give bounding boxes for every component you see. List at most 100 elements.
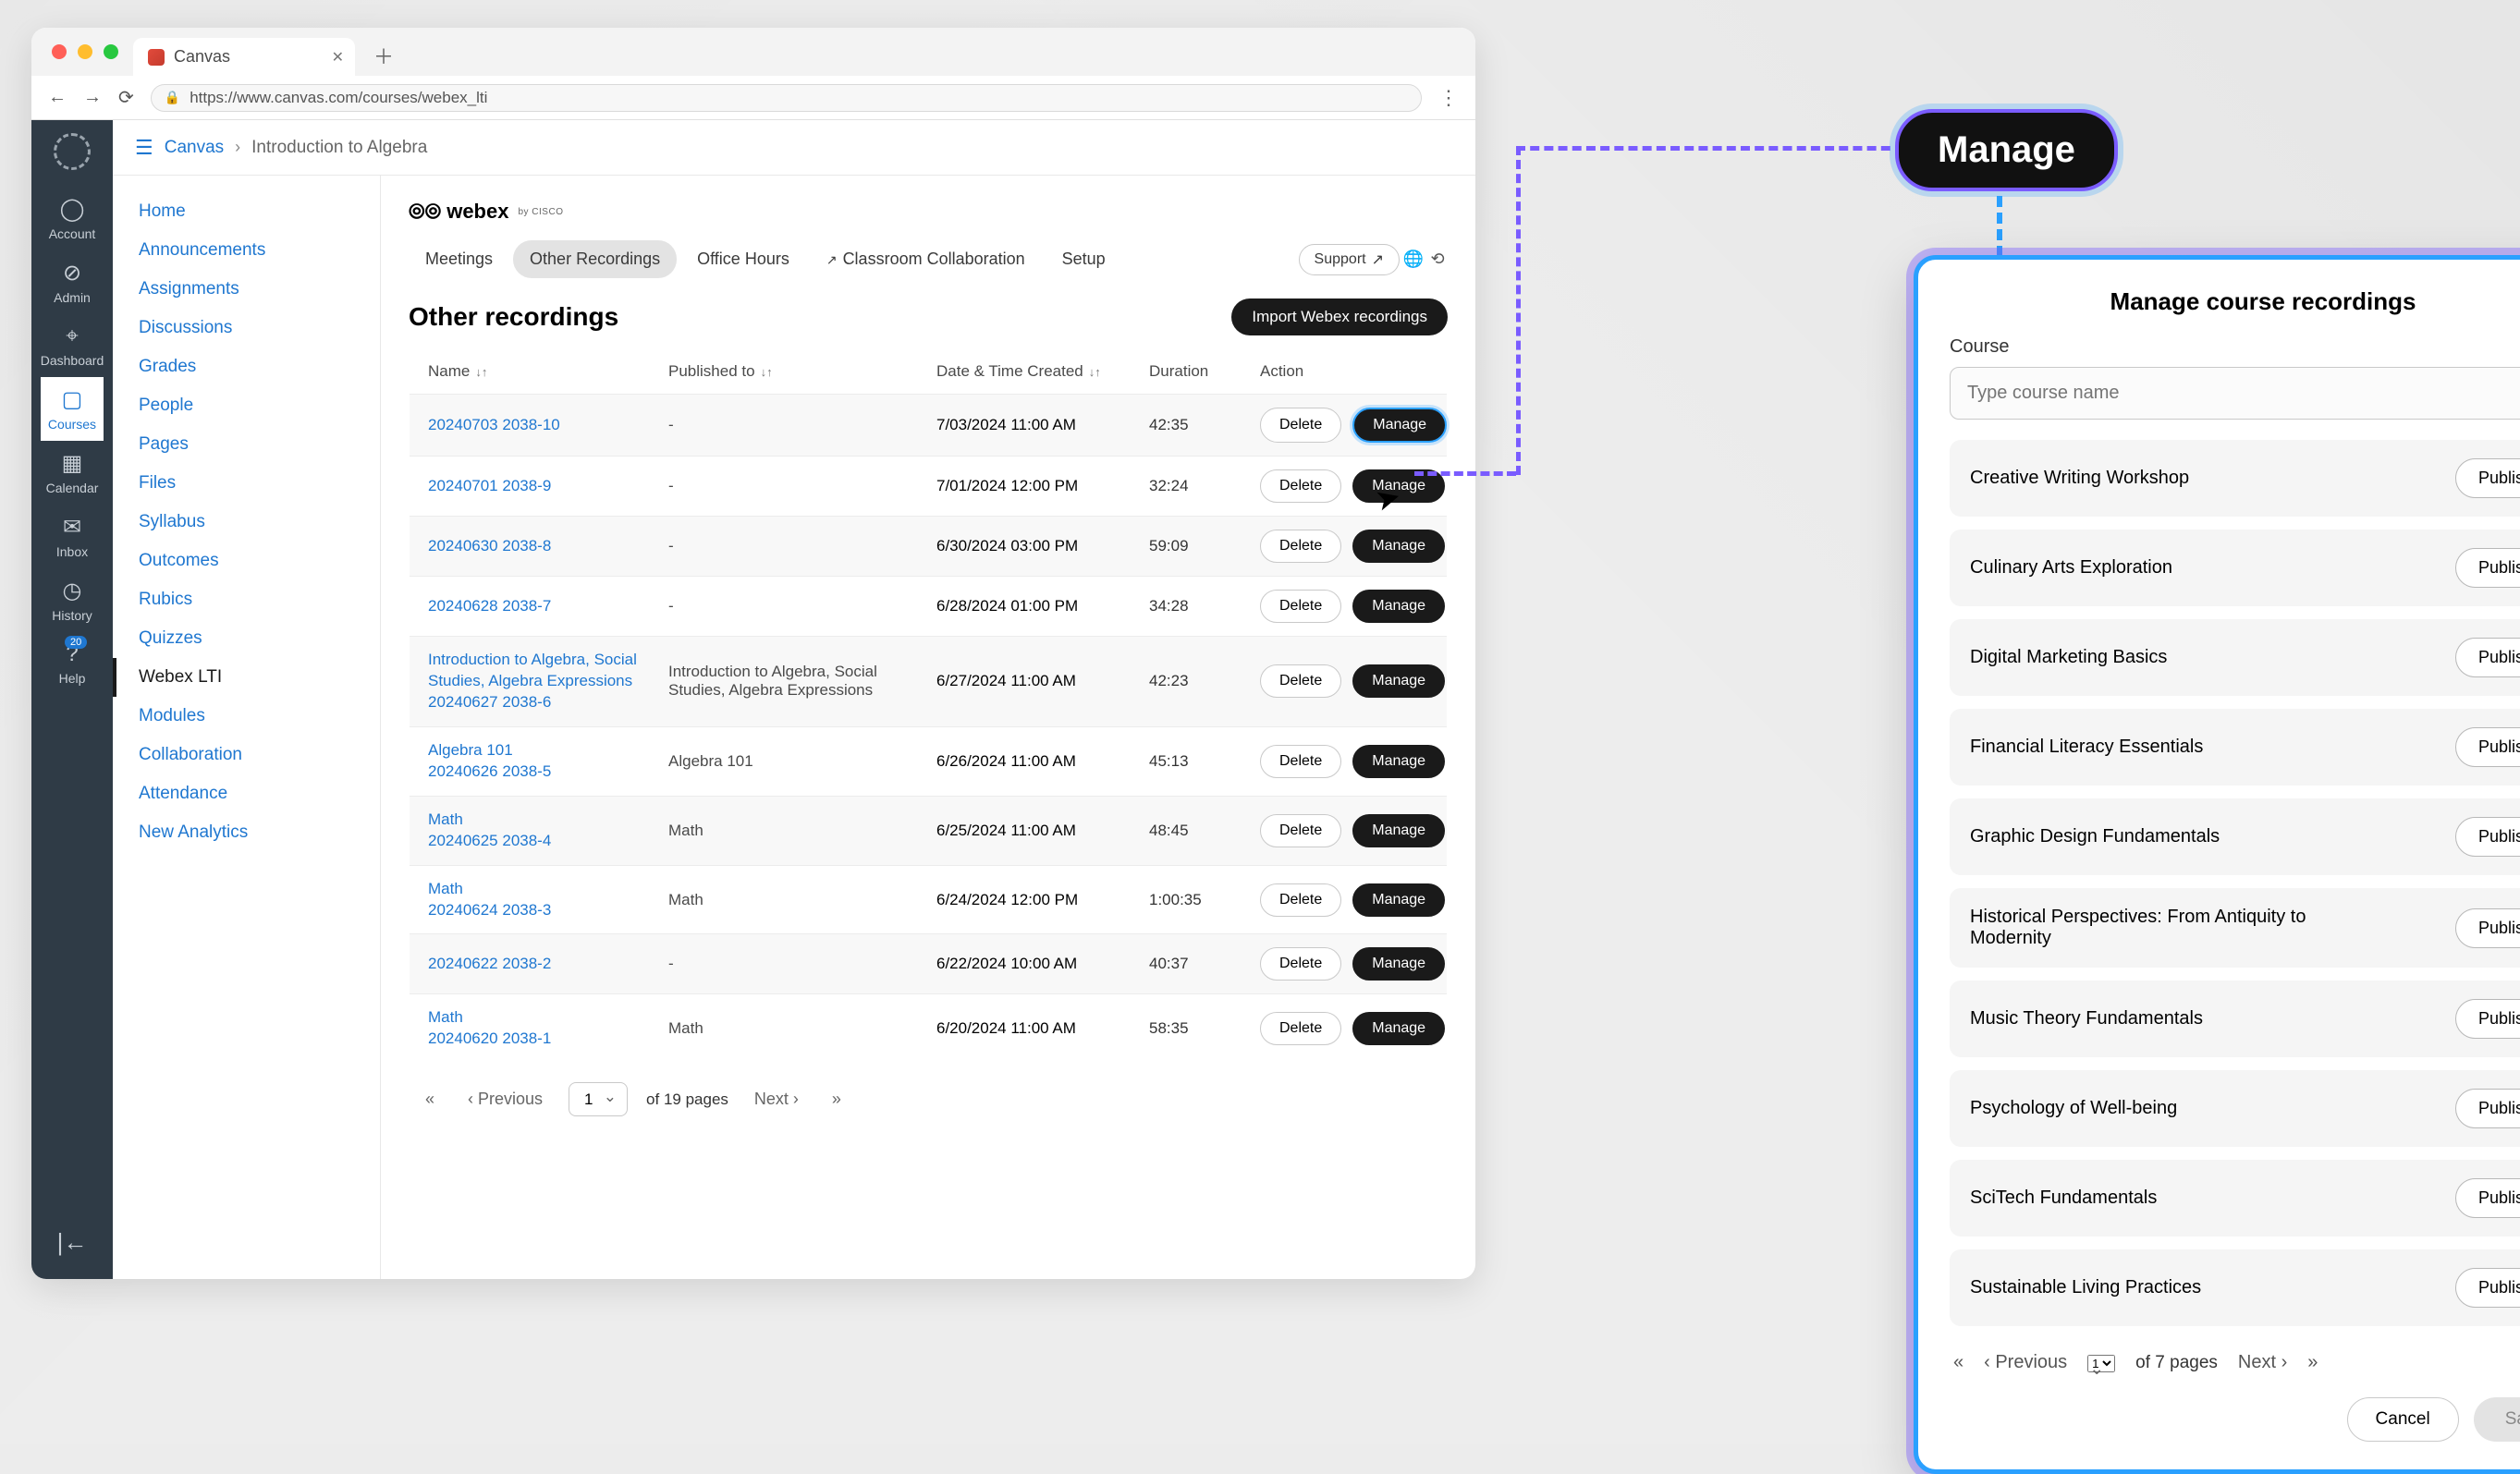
course-nav-discussions[interactable]: Discussions xyxy=(113,309,380,347)
collapse-nav-icon[interactable]: |← xyxy=(57,1206,88,1279)
publish-button[interactable]: Publish xyxy=(2455,999,2520,1039)
course-nav-new-analytics[interactable]: New Analytics xyxy=(113,813,380,852)
recording-name-link[interactable]: 20240630 2038-8 xyxy=(428,536,668,557)
tab-classroom-collaboration[interactable]: ↗Classroom Collaboration xyxy=(810,240,1042,278)
recording-name-link[interactable]: 20240622 2038-2 xyxy=(428,954,668,975)
forward-button[interactable]: → xyxy=(83,87,102,108)
course-nav-grades[interactable]: Grades xyxy=(113,347,380,386)
publish-button[interactable]: Publish xyxy=(2455,1178,2520,1218)
manage-button[interactable]: Manage xyxy=(1352,745,1445,778)
manage-button[interactable]: Manage xyxy=(1352,883,1445,917)
publish-button[interactable]: Publish xyxy=(2455,458,2520,498)
recording-name-link[interactable]: Introduction to Algebra, Social Studies,… xyxy=(428,650,668,713)
course-nav-webex-lti[interactable]: Webex LTI xyxy=(113,658,380,697)
publish-button[interactable]: Publish xyxy=(2455,908,2520,948)
course-search-input[interactable] xyxy=(1950,367,2520,420)
url-bar[interactable]: 🔒 https://www.canvas.com/courses/webex_l… xyxy=(151,84,1422,112)
course-nav-files[interactable]: Files xyxy=(113,464,380,503)
publish-button[interactable]: Publish xyxy=(2455,638,2520,677)
manage-button[interactable]: Manage xyxy=(1352,408,1447,443)
recording-name-link[interactable]: Math20240624 2038-3 xyxy=(428,879,668,921)
manage-button[interactable]: Manage xyxy=(1352,947,1445,981)
publish-button[interactable]: Publish xyxy=(2455,1089,2520,1128)
delete-button[interactable]: Delete xyxy=(1260,947,1341,981)
close-window-icon[interactable] xyxy=(52,44,67,59)
cancel-button[interactable]: Cancel xyxy=(2347,1397,2459,1442)
recording-name-link[interactable]: 20240701 2038-9 xyxy=(428,476,668,497)
recording-name-link[interactable]: 20240628 2038-7 xyxy=(428,596,668,617)
global-nav-help[interactable]: ?Help20 xyxy=(41,632,104,695)
recording-name-link[interactable]: Math20240625 2038-4 xyxy=(428,810,668,852)
back-button[interactable]: ← xyxy=(48,87,67,108)
manage-button[interactable]: Manage xyxy=(1352,814,1445,847)
course-nav-announcements[interactable]: Announcements xyxy=(113,231,380,270)
course-nav-outcomes[interactable]: Outcomes xyxy=(113,542,380,580)
delete-button[interactable]: Delete xyxy=(1260,1012,1341,1045)
course-nav-people[interactable]: People xyxy=(113,386,380,425)
course-nav-attendance[interactable]: Attendance xyxy=(113,774,380,813)
delete-button[interactable]: Delete xyxy=(1260,664,1341,698)
globe-icon[interactable]: 🌐 xyxy=(1403,250,1424,270)
global-nav-admin[interactable]: ⊘Admin xyxy=(41,250,104,314)
recording-name-link[interactable]: Algebra 10120240626 2038-5 xyxy=(428,740,668,783)
page-select[interactable]: 1 xyxy=(2087,1355,2115,1372)
manage-button[interactable]: Manage xyxy=(1352,664,1445,698)
course-nav-assignments[interactable]: Assignments xyxy=(113,270,380,309)
global-nav-account[interactable]: ◯Account xyxy=(41,187,104,250)
prev-page-button[interactable]: ‹ Previous xyxy=(460,1086,550,1113)
delete-button[interactable]: Delete xyxy=(1260,408,1341,443)
tab-other-recordings[interactable]: Other Recordings xyxy=(513,240,677,278)
publish-button[interactable]: Publish xyxy=(2455,727,2520,767)
global-nav-calendar[interactable]: ▦Calendar xyxy=(41,441,104,505)
first-page-icon[interactable]: « xyxy=(1953,1352,1963,1373)
sort-icon[interactable]: ↓↑ xyxy=(1089,365,1101,379)
tab-office-hours[interactable]: Office Hours xyxy=(680,240,806,278)
tab-meetings[interactable]: Meetings xyxy=(409,240,509,278)
support-button[interactable]: Support ↗ xyxy=(1299,244,1400,275)
browser-menu-icon[interactable]: ⋮ xyxy=(1438,86,1459,110)
publish-button[interactable]: Publish xyxy=(2455,1268,2520,1308)
recording-name-link[interactable]: Math20240620 2038-1 xyxy=(428,1007,668,1050)
page-select[interactable]: 1 xyxy=(569,1082,628,1116)
course-nav-home[interactable]: Home xyxy=(113,192,380,231)
menu-icon[interactable]: ☰ xyxy=(135,136,153,160)
course-nav-rubics[interactable]: Rubics xyxy=(113,580,380,619)
course-nav-pages[interactable]: Pages xyxy=(113,425,380,464)
breadcrumb-root[interactable]: Canvas xyxy=(165,138,224,158)
browser-tab[interactable]: Canvas ✕ xyxy=(133,38,355,76)
delete-button[interactable]: Delete xyxy=(1260,814,1341,847)
course-nav-modules[interactable]: Modules xyxy=(113,697,380,736)
canvas-logo-icon[interactable] xyxy=(54,133,91,170)
global-nav-courses[interactable]: ▢Courses xyxy=(41,377,104,441)
delete-button[interactable]: Delete xyxy=(1260,590,1341,623)
reload-button[interactable]: ⟳ xyxy=(118,86,134,109)
prev-page-button[interactable]: ‹ Previous xyxy=(1984,1352,2067,1373)
last-page-icon[interactable]: » xyxy=(2307,1352,2318,1373)
course-nav-syllabus[interactable]: Syllabus xyxy=(113,503,380,542)
publish-button[interactable]: Publish xyxy=(2455,817,2520,857)
sort-icon[interactable]: ↓↑ xyxy=(475,365,487,379)
save-button[interactable]: Save xyxy=(2474,1397,2520,1442)
publish-button[interactable]: Publish xyxy=(2455,548,2520,588)
import-recordings-button[interactable]: Import Webex recordings xyxy=(1231,298,1448,335)
global-nav-history[interactable]: ◷History xyxy=(41,568,104,632)
last-page-icon[interactable]: » xyxy=(825,1086,849,1113)
delete-button[interactable]: Delete xyxy=(1260,745,1341,778)
delete-button[interactable]: Delete xyxy=(1260,530,1341,563)
recording-name-link[interactable]: 20240703 2038-10 xyxy=(428,415,668,436)
first-page-icon[interactable]: « xyxy=(418,1086,442,1113)
manage-button[interactable]: Manage xyxy=(1352,530,1445,563)
breadcrumb-leaf[interactable]: Introduction to Algebra xyxy=(251,138,427,158)
course-nav-collaboration[interactable]: Collaboration xyxy=(113,736,380,774)
delete-button[interactable]: Delete xyxy=(1260,883,1341,917)
new-tab-button[interactable]: ＋ xyxy=(364,35,403,76)
next-page-button[interactable]: Next › xyxy=(747,1086,806,1113)
global-nav-inbox[interactable]: ✉Inbox xyxy=(41,505,104,568)
refresh-icon[interactable]: ⟲ xyxy=(1427,250,1448,270)
manage-button[interactable]: Manage xyxy=(1352,590,1445,623)
sort-icon[interactable]: ↓↑ xyxy=(761,365,773,379)
maximize-window-icon[interactable] xyxy=(104,44,118,59)
global-nav-dashboard[interactable]: ⌖Dashboard xyxy=(41,314,104,377)
close-tab-icon[interactable]: ✕ xyxy=(332,48,344,67)
delete-button[interactable]: Delete xyxy=(1260,469,1341,503)
